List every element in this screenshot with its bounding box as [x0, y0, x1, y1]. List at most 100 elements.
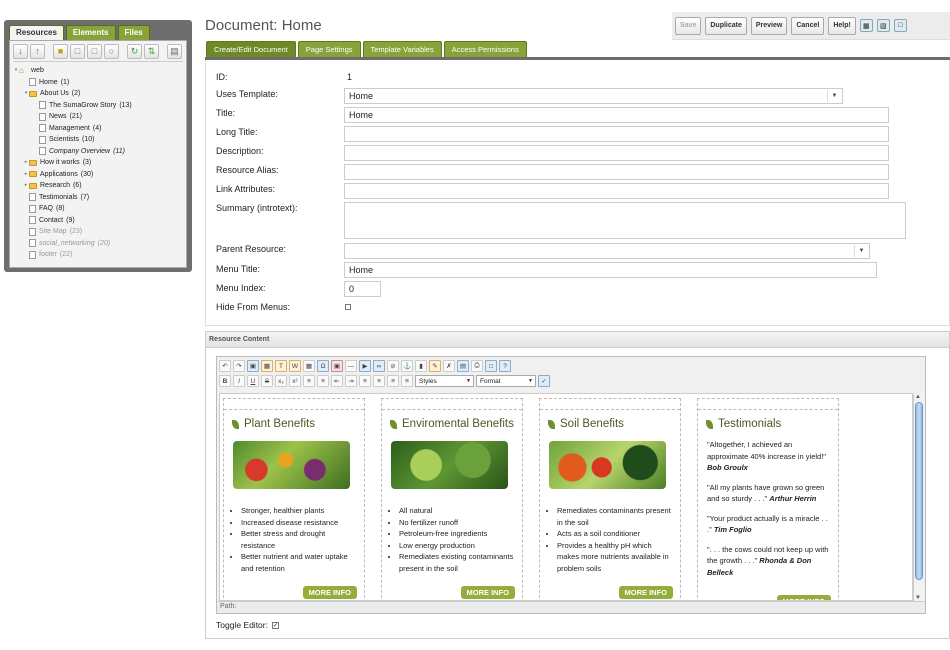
scroll-thumb[interactable]	[915, 402, 923, 580]
tab-page-settings[interactable]: Page Settings	[297, 41, 361, 58]
tab-template-variables[interactable]: Template Variables	[362, 41, 442, 58]
fullscreen-icon[interactable]: □	[485, 360, 497, 372]
new-symlink-icon[interactable]: ○	[104, 44, 119, 59]
new-weblink-icon[interactable]: □	[87, 44, 102, 59]
horizontal-rule-icon[interactable]: —	[345, 360, 357, 372]
tree-node[interactable]: Site Map (23)	[13, 226, 183, 238]
redo-icon[interactable]: ↷	[233, 360, 245, 372]
tab-files[interactable]: Files	[117, 25, 150, 40]
tree-node[interactable]: Contact (9)	[13, 215, 183, 227]
more-info-button[interactable]: MORE INFO	[302, 586, 357, 599]
format-select-value: Format	[480, 378, 501, 385]
duplicate-button[interactable]: Duplicate	[705, 16, 747, 35]
editor-scrollbar[interactable]: ▲ ▼	[913, 394, 924, 601]
styles-select[interactable]: Styles ▼	[415, 375, 474, 387]
cancel-button[interactable]: Cancel	[791, 16, 825, 35]
refresh-icon[interactable]: ↻	[127, 44, 142, 59]
select-all-icon[interactable]: ▣	[247, 360, 259, 372]
more-info-button[interactable]: MORE INFO	[618, 586, 673, 599]
layout-tree-icon[interactable]: ▧	[876, 19, 890, 32]
long-title-input[interactable]	[344, 126, 889, 142]
tab-create-edit-document[interactable]: Create/Edit Document	[206, 41, 296, 58]
tree-node[interactable]: ▸ Research (6)	[13, 180, 183, 192]
new-folder-icon[interactable]: ■	[53, 44, 68, 59]
paste-icon[interactable]: ▩	[261, 360, 273, 372]
tree-node[interactable]: social_networking (20)	[13, 238, 183, 250]
layout-full-icon[interactable]: □	[893, 19, 907, 32]
toggle-editor-checkbox[interactable]: ✓	[271, 621, 279, 629]
tree-node[interactable]: Testimonials (7)	[13, 192, 183, 204]
tree-node[interactable]: ▾ About Us (2)	[13, 88, 183, 100]
italic-icon[interactable]: I	[233, 375, 245, 387]
cleanup-icon[interactable]: ✎	[429, 360, 441, 372]
format-select[interactable]: Format ▼	[476, 375, 536, 387]
align-center-icon[interactable]: ≡	[373, 375, 385, 387]
description-input[interactable]	[344, 145, 889, 161]
save-button[interactable]: Save	[675, 16, 702, 35]
anchor-icon[interactable]: ⚓	[401, 360, 413, 372]
outdent-icon[interactable]: ⇤	[331, 375, 343, 387]
tree-node[interactable]: FAQ (8)	[13, 203, 183, 215]
tree-node[interactable]: ▸ How it works (3)	[13, 157, 183, 169]
title-input[interactable]: Home	[344, 107, 889, 123]
sort-icon[interactable]: ⇅	[144, 44, 159, 59]
strikethrough-icon[interactable]: S	[261, 375, 273, 387]
superscript-icon[interactable]: x²	[289, 375, 301, 387]
tree-node[interactable]: ▾ ⌂ web	[13, 65, 183, 77]
hide-from-menus-checkbox[interactable]	[345, 304, 351, 310]
summary-textarea[interactable]	[344, 202, 906, 239]
bullet-list-icon[interactable]: ≡	[303, 375, 315, 387]
tree-node[interactable]: footer (22)	[13, 249, 183, 261]
tree-node[interactable]: Management (4)	[13, 123, 183, 135]
layout-both-icon[interactable]: ▦	[859, 19, 873, 32]
tree-node[interactable]: The SumaGrow Story (13)	[13, 100, 183, 112]
remove-format-icon[interactable]: ✗	[443, 360, 455, 372]
special-char-icon[interactable]: Ω	[317, 360, 329, 372]
scroll-up-icon[interactable]: ▲	[915, 394, 921, 400]
tree-node[interactable]: Scientists (10)	[13, 134, 183, 146]
bold-icon[interactable]: B	[219, 375, 231, 387]
align-justify-icon[interactable]: ≡	[401, 375, 413, 387]
tab-resources[interactable]: Resources	[9, 25, 64, 40]
new-document-icon[interactable]: □	[70, 44, 85, 59]
menu-index-input[interactable]: 0	[344, 281, 381, 297]
resource-alias-input[interactable]	[344, 164, 889, 180]
more-info-button[interactable]: MORE INFO	[460, 586, 515, 599]
help-button[interactable]: Help!	[828, 16, 856, 35]
subscript-icon[interactable]: x₂	[275, 375, 287, 387]
tree-node[interactable]: ▸ Applications (30)	[13, 169, 183, 181]
align-left-icon[interactable]: ≡	[359, 375, 371, 387]
tab-access-permissions[interactable]: Access Permissions	[443, 41, 527, 58]
image-icon[interactable]: ▣	[331, 360, 343, 372]
preview-button[interactable]: Preview	[750, 16, 788, 35]
tree-node[interactable]: News (21)	[13, 111, 183, 123]
page-break-icon[interactable]: ▮	[415, 360, 427, 372]
undo-icon[interactable]: ↶	[219, 360, 231, 372]
underline-icon[interactable]: U	[247, 375, 259, 387]
numbered-list-icon[interactable]: ≡	[317, 375, 329, 387]
link-icon[interactable]: ∞	[373, 360, 385, 372]
editor-content-area[interactable]: Plant Benefits Stronger, healthier plants…	[219, 393, 913, 601]
paste-word-icon[interactable]: W	[289, 360, 301, 372]
media-icon[interactable]: ▶	[359, 360, 371, 372]
tab-elements[interactable]: Elements	[65, 25, 116, 40]
indent-icon[interactable]: ⇥	[345, 375, 357, 387]
print-icon[interactable]: ⎙	[471, 360, 483, 372]
visual-aid-icon[interactable]: ▤	[457, 360, 469, 372]
menu-title-input[interactable]: Home	[344, 262, 877, 278]
parent-resource-select[interactable]: ▼	[344, 243, 870, 259]
template-select[interactable]: Home ▼	[344, 88, 843, 104]
align-right-icon[interactable]: ≡	[387, 375, 399, 387]
help-icon[interactable]: ?	[499, 360, 511, 372]
table-icon[interactable]: ▦	[303, 360, 315, 372]
arrow-up-icon[interactable]: ↑	[30, 44, 45, 59]
paste-text-icon[interactable]: T	[275, 360, 287, 372]
link-attributes-input[interactable]	[344, 183, 889, 199]
tree-node[interactable]: Home (1)	[13, 77, 183, 89]
testimonial-quote: "Your product actually is a miracle . . …	[707, 513, 830, 536]
unlink-icon[interactable]: ⊘	[387, 360, 399, 372]
tree-node[interactable]: Company Overview (11)	[13, 146, 183, 158]
arrow-down-icon[interactable]: ↓	[13, 44, 28, 59]
trash-icon[interactable]: ▤	[167, 44, 182, 59]
spellcheck-icon[interactable]: ✓	[538, 375, 550, 387]
